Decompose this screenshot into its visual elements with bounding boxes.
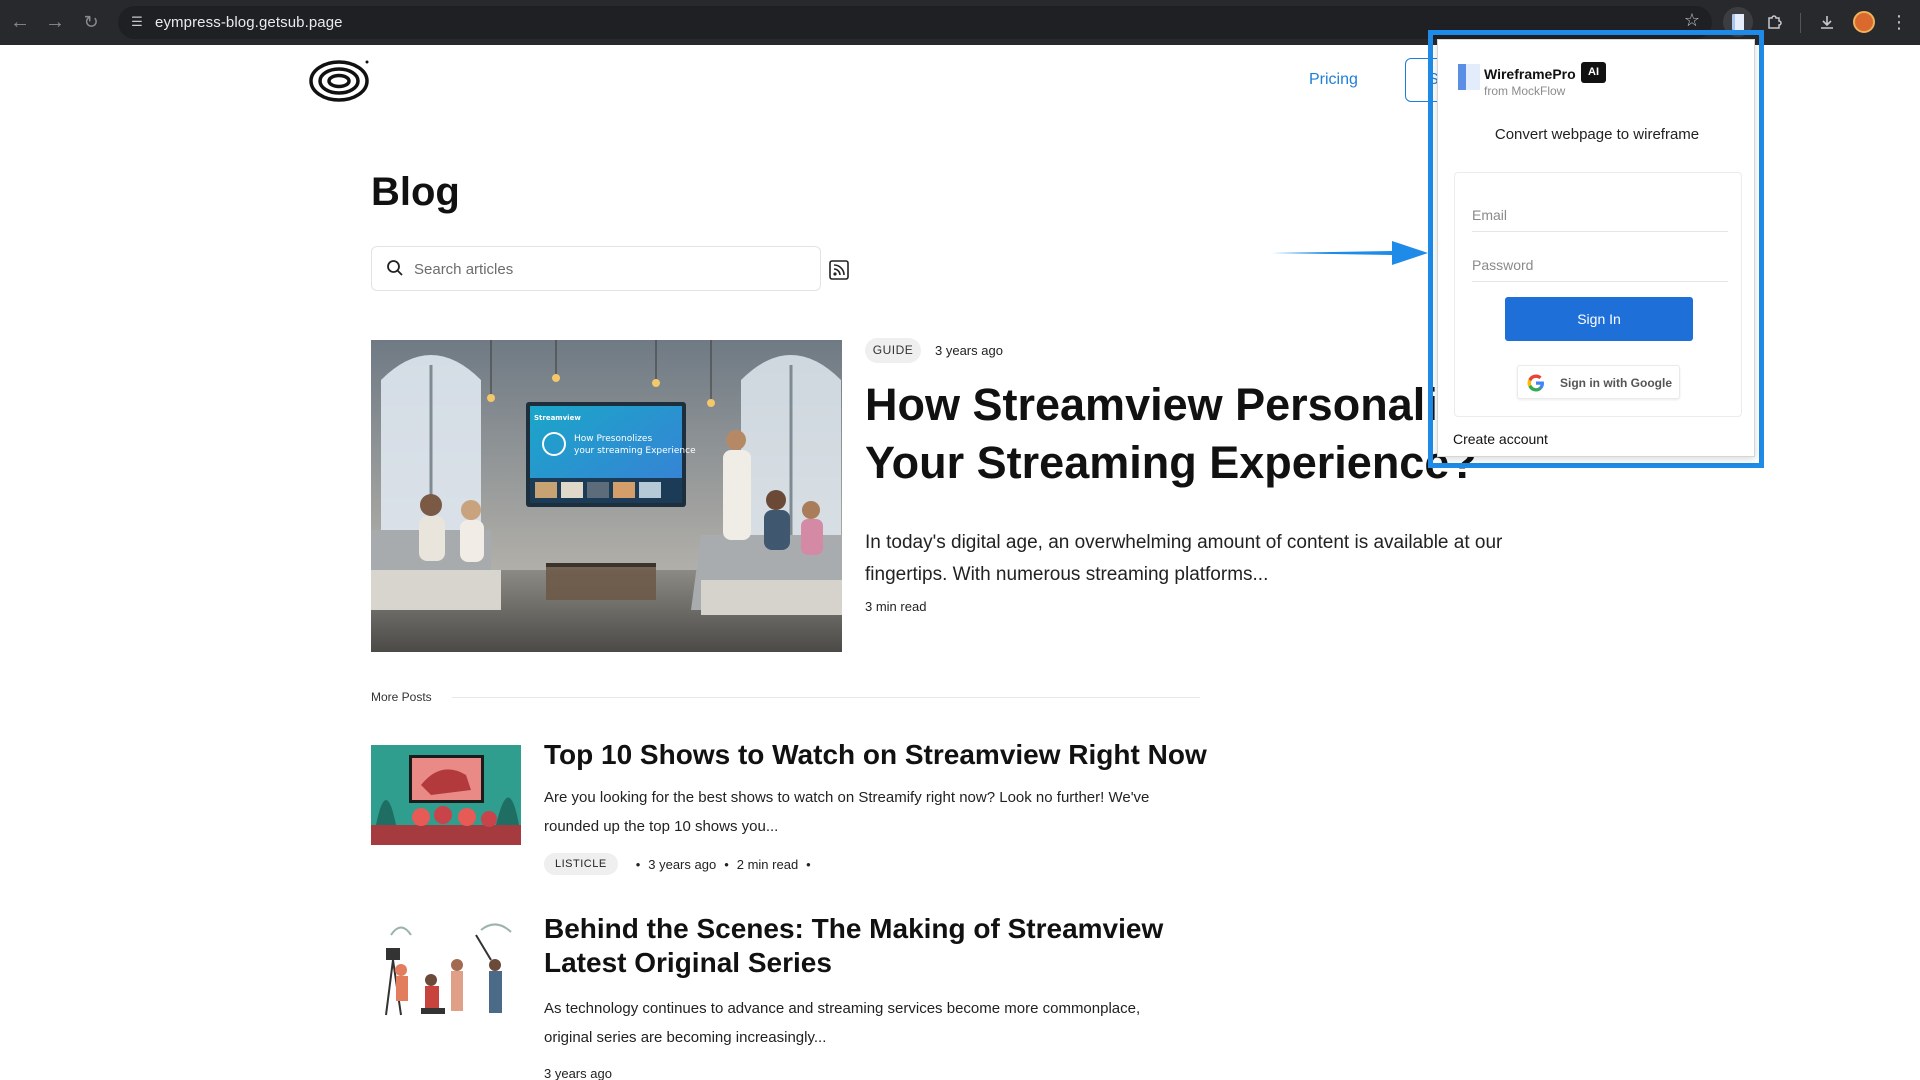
site-logo-icon[interactable] <box>309 58 371 102</box>
post-date: 3 years ago <box>544 1066 612 1080</box>
post-title-line1[interactable]: Behind the Scenes: The Making of Streamv… <box>544 913 1163 944</box>
meta-dot: • <box>724 856 729 872</box>
featured-title-line1[interactable]: How Streamview Personalize <box>865 379 1485 430</box>
bookmark-star-icon[interactable]: ☆ <box>1684 10 1700 31</box>
post-title[interactable]: Behind the Scenes: The Making of Streamv… <box>544 912 1163 980</box>
signin-form: Sign In Sign in with Google <box>1454 172 1742 417</box>
featured-title-line2[interactable]: Your Streaming Experience? <box>865 437 1477 488</box>
site-settings-icon[interactable]: ☰ <box>127 12 147 32</box>
search-icon <box>387 260 403 276</box>
create-account-link[interactable]: Create account <box>1453 431 1548 447</box>
downloads-icon[interactable] <box>1812 7 1842 37</box>
rss-feed-icon[interactable] <box>829 260 849 280</box>
pricing-link[interactable]: Pricing <box>1309 71 1358 89</box>
featured-image-headline-line2: your streaming Experience <box>574 446 696 456</box>
post-meta: LISTICLE • 3 years ago • 2 min read • <box>544 853 819 875</box>
featured-image-headline-line1: How Presonolizes <box>574 434 652 444</box>
brand-name: WireframePro <box>1484 66 1576 82</box>
post-read-time: 2 min read <box>736 856 799 872</box>
page-title: Blog <box>371 170 460 214</box>
callout-arrow-icon <box>1272 241 1428 265</box>
back-icon[interactable]: ← <box>8 10 32 34</box>
url-text[interactable]: eympress-blog.getsub.page <box>155 14 343 31</box>
ai-badge: AI <box>1581 62 1606 83</box>
featured-image-brand: Streamview <box>534 414 581 422</box>
post-date: 3 years ago <box>648 856 717 872</box>
more-posts-label: More Posts <box>371 690 432 704</box>
google-button-label: Sign in with Google <box>1560 376 1672 390</box>
post-title-line2[interactable]: Latest Original Series <box>544 947 832 978</box>
popup-heading: Convert webpage to wireframe <box>1494 126 1700 143</box>
post-thumbnail[interactable] <box>371 745 521 845</box>
featured-read-time: 3 min read <box>865 599 927 614</box>
featured-tag-badge[interactable]: GUIDE <box>865 338 921 363</box>
password-field[interactable] <box>1472 248 1728 282</box>
more-menu-icon[interactable]: ⋮ <box>1890 10 1908 34</box>
search-box[interactable] <box>371 246 821 291</box>
meta-dot: • <box>806 856 811 872</box>
google-icon <box>1527 374 1544 392</box>
email-field[interactable] <box>1472 198 1728 232</box>
search-input[interactable] <box>414 257 804 281</box>
toolbar-divider <box>1800 13 1801 33</box>
sign-in-button[interactable]: Sign In <box>1505 297 1693 341</box>
post-excerpt: As technology continues to advance and s… <box>544 1000 1141 1046</box>
section-divider <box>452 697 1200 698</box>
featured-date: 3 years ago <box>935 343 1003 358</box>
forward-icon[interactable]: → <box>43 10 67 34</box>
wireframepro-logo-icon <box>1458 64 1480 90</box>
post-title[interactable]: Top 10 Shows to Watch on Streamview Righ… <box>544 738 1207 772</box>
post-meta: 3 years ago <box>544 1066 612 1080</box>
brand-subtitle: from MockFlow <box>1484 84 1566 98</box>
post-tag-badge[interactable]: LISTICLE <box>544 853 618 875</box>
meta-dot: • <box>635 856 641 872</box>
post-excerpt: Are you looking for the best shows to wa… <box>544 789 1150 835</box>
featured-post-image[interactable]: Streamview How Presonolizes your streami… <box>371 340 842 652</box>
reload-icon[interactable]: ↻ <box>79 10 103 34</box>
profile-avatar[interactable] <box>1853 11 1875 33</box>
post-thumbnail[interactable] <box>371 920 521 1025</box>
wireframepro-popup: WireframePro AI from MockFlow Convert we… <box>1437 39 1755 457</box>
google-sign-in-button[interactable]: Sign in with Google <box>1517 365 1680 399</box>
featured-excerpt: In today's digital age, an overwhelming … <box>865 532 1503 585</box>
